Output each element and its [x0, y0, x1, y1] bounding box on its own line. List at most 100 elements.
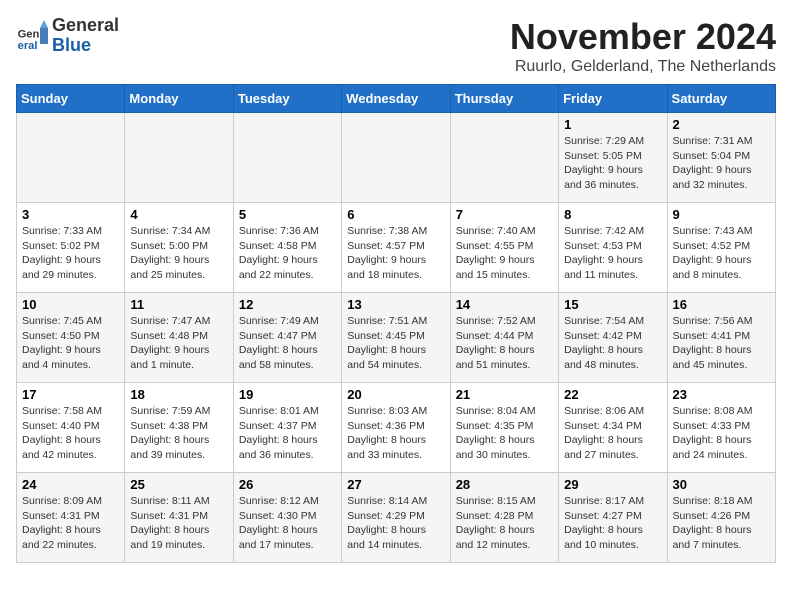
day-number: 28 [456, 477, 553, 492]
calendar-week-row: 17Sunrise: 7:58 AM Sunset: 4:40 PM Dayli… [17, 383, 776, 473]
day-detail: Sunrise: 7:54 AM Sunset: 4:42 PM Dayligh… [564, 314, 661, 373]
day-number: 19 [239, 387, 336, 402]
day-detail: Sunrise: 7:29 AM Sunset: 5:05 PM Dayligh… [564, 134, 661, 193]
calendar-cell: 14 Sunrise: 7:52 AM Sunset: 4:44 PM Dayli… [450, 293, 558, 383]
day-number: 4 [130, 207, 227, 222]
day-number: 24 [22, 477, 119, 492]
calendar-cell: 15 Sunrise: 7:54 AM Sunset: 4:42 PM Dayli… [559, 293, 667, 383]
day-detail: Sunrise: 8:03 AM Sunset: 4:36 PM Dayligh… [347, 404, 444, 463]
day-number: 23 [673, 387, 770, 402]
day-detail: Sunrise: 7:45 AM Sunset: 4:50 PM Dayligh… [22, 314, 119, 373]
calendar-cell: 9 Sunrise: 7:43 AM Sunset: 4:52 PM Daylig… [667, 203, 775, 293]
day-number: 15 [564, 297, 661, 312]
calendar-week-row: 3Sunrise: 7:33 AM Sunset: 5:02 PM Daylig… [17, 203, 776, 293]
calendar-cell: 12 Sunrise: 7:49 AM Sunset: 4:47 PM Dayli… [233, 293, 341, 383]
day-of-week-header: Wednesday [342, 85, 450, 113]
calendar-week-row: 1 Sunrise: 7:29 AM Sunset: 5:05 PM Daylig… [17, 113, 776, 203]
day-detail: Sunrise: 7:42 AM Sunset: 4:53 PM Dayligh… [564, 224, 661, 283]
day-number: 1 [564, 117, 661, 132]
header: Gen eral General Blue November 2024 Ruur… [16, 16, 776, 76]
day-detail: Sunrise: 8:08 AM Sunset: 4:33 PM Dayligh… [673, 404, 770, 463]
calendar-cell [125, 113, 233, 203]
calendar-cell: 7 Sunrise: 7:40 AM Sunset: 4:55 PM Daylig… [450, 203, 558, 293]
day-detail: Sunrise: 8:06 AM Sunset: 4:34 PM Dayligh… [564, 404, 661, 463]
day-of-week-header: Saturday [667, 85, 775, 113]
day-number: 21 [456, 387, 553, 402]
day-of-week-header: Friday [559, 85, 667, 113]
day-detail: Sunrise: 8:17 AM Sunset: 4:27 PM Dayligh… [564, 494, 661, 553]
calendar-cell: 26Sunrise: 8:12 AM Sunset: 4:30 PM Dayli… [233, 473, 341, 563]
svg-text:Gen: Gen [18, 28, 40, 40]
calendar-table: SundayMondayTuesdayWednesdayThursdayFrid… [16, 84, 776, 563]
day-number: 5 [239, 207, 336, 222]
day-number: 22 [564, 387, 661, 402]
day-of-week-header: Thursday [450, 85, 558, 113]
day-number: 2 [673, 117, 770, 132]
calendar-week-row: 24 Sunrise: 8:09 AM Sunset: 4:31 PM Dayli… [17, 473, 776, 563]
day-detail: Sunrise: 7:36 AM Sunset: 4:58 PM Dayligh… [239, 224, 336, 283]
day-number: 7 [456, 207, 553, 222]
day-number: 8 [564, 207, 661, 222]
day-detail: Sunrise: 7:33 AM Sunset: 5:02 PM Dayligh… [22, 224, 119, 283]
calendar-cell: 3Sunrise: 7:33 AM Sunset: 5:02 PM Daylig… [17, 203, 125, 293]
day-of-week-header: Sunday [17, 85, 125, 113]
calendar-cell: 17Sunrise: 7:58 AM Sunset: 4:40 PM Dayli… [17, 383, 125, 473]
day-detail: Sunrise: 8:04 AM Sunset: 4:35 PM Dayligh… [456, 404, 553, 463]
day-detail: Sunrise: 7:34 AM Sunset: 5:00 PM Dayligh… [130, 224, 227, 283]
day-detail: Sunrise: 8:09 AM Sunset: 4:31 PM Dayligh… [22, 494, 119, 553]
day-number: 20 [347, 387, 444, 402]
day-number: 16 [673, 297, 770, 312]
calendar-cell: 23 Sunrise: 8:08 AM Sunset: 4:33 PM Dayli… [667, 383, 775, 473]
calendar-cell: 10Sunrise: 7:45 AM Sunset: 4:50 PM Dayli… [17, 293, 125, 383]
day-number: 14 [456, 297, 553, 312]
logo: Gen eral General Blue [16, 16, 119, 56]
day-detail: Sunrise: 8:12 AM Sunset: 4:30 PM Dayligh… [239, 494, 336, 553]
calendar-cell [233, 113, 341, 203]
calendar-cell: 5 Sunrise: 7:36 AM Sunset: 4:58 PM Daylig… [233, 203, 341, 293]
calendar-body: 1 Sunrise: 7:29 AM Sunset: 5:05 PM Daylig… [17, 113, 776, 563]
day-number: 13 [347, 297, 444, 312]
calendar-cell [17, 113, 125, 203]
day-detail: Sunrise: 8:18 AM Sunset: 4:26 PM Dayligh… [673, 494, 770, 553]
day-number: 17 [22, 387, 119, 402]
logo-text: General Blue [52, 16, 119, 56]
calendar-cell: 20 Sunrise: 8:03 AM Sunset: 4:36 PM Dayli… [342, 383, 450, 473]
calendar-week-row: 10Sunrise: 7:45 AM Sunset: 4:50 PM Dayli… [17, 293, 776, 383]
calendar-cell: 4 Sunrise: 7:34 AM Sunset: 5:00 PM Daylig… [125, 203, 233, 293]
calendar-cell: 30Sunrise: 8:18 AM Sunset: 4:26 PM Dayli… [667, 473, 775, 563]
day-detail: Sunrise: 7:43 AM Sunset: 4:52 PM Dayligh… [673, 224, 770, 283]
calendar-cell: 13 Sunrise: 7:51 AM Sunset: 4:45 PM Dayli… [342, 293, 450, 383]
day-detail: Sunrise: 7:59 AM Sunset: 4:38 PM Dayligh… [130, 404, 227, 463]
calendar-cell: 19 Sunrise: 8:01 AM Sunset: 4:37 PM Dayli… [233, 383, 341, 473]
day-detail: Sunrise: 7:40 AM Sunset: 4:55 PM Dayligh… [456, 224, 553, 283]
day-of-week-header: Monday [125, 85, 233, 113]
subtitle: Ruurlo, Gelderland, The Netherlands [510, 58, 776, 76]
day-number: 11 [130, 297, 227, 312]
logo-icon: Gen eral [16, 20, 48, 52]
day-number: 12 [239, 297, 336, 312]
day-number: 9 [673, 207, 770, 222]
day-detail: Sunrise: 7:49 AM Sunset: 4:47 PM Dayligh… [239, 314, 336, 373]
day-of-week-header: Tuesday [233, 85, 341, 113]
calendar-cell: 18 Sunrise: 7:59 AM Sunset: 4:38 PM Dayli… [125, 383, 233, 473]
day-detail: Sunrise: 7:47 AM Sunset: 4:48 PM Dayligh… [130, 314, 227, 373]
day-detail: Sunrise: 8:11 AM Sunset: 4:31 PM Dayligh… [130, 494, 227, 553]
calendar-cell: 25Sunrise: 8:11 AM Sunset: 4:31 PM Dayli… [125, 473, 233, 563]
calendar-cell: 21 Sunrise: 8:04 AM Sunset: 4:35 PM Dayli… [450, 383, 558, 473]
calendar-cell: 6 Sunrise: 7:38 AM Sunset: 4:57 PM Daylig… [342, 203, 450, 293]
day-detail: Sunrise: 7:52 AM Sunset: 4:44 PM Dayligh… [456, 314, 553, 373]
calendar-cell: 8 Sunrise: 7:42 AM Sunset: 4:53 PM Daylig… [559, 203, 667, 293]
day-number: 6 [347, 207, 444, 222]
calendar-cell: 29Sunrise: 8:17 AM Sunset: 4:27 PM Dayli… [559, 473, 667, 563]
day-detail: Sunrise: 7:56 AM Sunset: 4:41 PM Dayligh… [673, 314, 770, 373]
month-title: November 2024 [510, 16, 776, 58]
title-area: November 2024 Ruurlo, Gelderland, The Ne… [510, 16, 776, 76]
day-detail: Sunrise: 7:38 AM Sunset: 4:57 PM Dayligh… [347, 224, 444, 283]
day-detail: Sunrise: 7:51 AM Sunset: 4:45 PM Dayligh… [347, 314, 444, 373]
calendar-cell: 27Sunrise: 8:14 AM Sunset: 4:29 PM Dayli… [342, 473, 450, 563]
day-detail: Sunrise: 8:01 AM Sunset: 4:37 PM Dayligh… [239, 404, 336, 463]
calendar-cell [450, 113, 558, 203]
svg-text:eral: eral [18, 40, 38, 52]
calendar-cell: 22 Sunrise: 8:06 AM Sunset: 4:34 PM Dayli… [559, 383, 667, 473]
day-number: 18 [130, 387, 227, 402]
